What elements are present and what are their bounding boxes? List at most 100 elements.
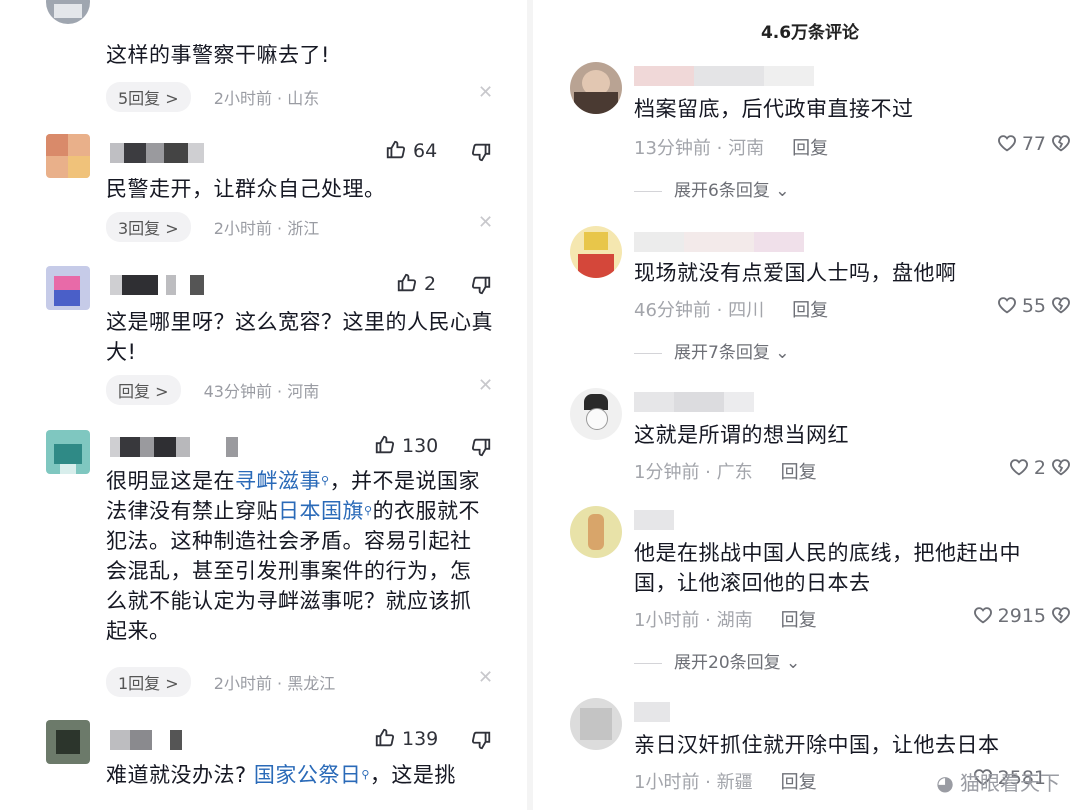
wechat-icon: ◕ — [936, 771, 954, 795]
comment-text: 亲日汉奸抓住就开除中国，让他去日本 — [634, 733, 1000, 757]
reply-button[interactable]: 回复 — [792, 300, 828, 321]
avatar[interactable] — [570, 226, 622, 278]
comment-text: 档案留底，后代政审直接不过 — [634, 97, 914, 121]
comment-time-location: 2小时前 · 浙江 — [213, 219, 320, 238]
search-icon: ⚲ — [361, 768, 370, 781]
like-button[interactable]: 139 — [374, 727, 438, 750]
comment-meta: 1小时前 · 新疆 回复 — [634, 772, 817, 793]
chevron-down-icon: ⌄ — [769, 181, 790, 201]
replies-button[interactable]: 1回复 > — [106, 667, 191, 697]
comment-text: 这就是所谓的想当网红 — [634, 423, 849, 447]
avatar[interactable] — [570, 62, 622, 114]
expand-replies-button[interactable]: 展开7条回复 ⌄ — [634, 338, 789, 363]
comment-text: 很明显这是在寻衅滋事⚲，并不是说国家法律没有禁止穿贴日本国旗⚲的衣服就不犯法。这… — [106, 469, 481, 643]
expand-replies-button[interactable]: 展开20条回复 ⌄ — [634, 648, 800, 673]
reply-button[interactable]: 回复 — [781, 772, 817, 793]
avatar[interactable] — [46, 134, 90, 178]
search-link[interactable]: 日本国旗⚲ — [278, 499, 373, 523]
reply-button[interactable]: 回复 — [781, 610, 817, 631]
replies-button[interactable]: 回复 > — [106, 375, 181, 405]
username-blurred[interactable] — [110, 730, 190, 750]
thumb-down-icon — [471, 143, 491, 162]
avatar[interactable] — [46, 430, 90, 474]
close-icon[interactable]: ✕ — [478, 212, 493, 233]
close-icon[interactable]: ✕ — [478, 667, 493, 688]
avatar[interactable] — [46, 266, 90, 310]
username-blurred[interactable] — [634, 66, 814, 86]
heart-icon — [1009, 459, 1028, 476]
username-blurred[interactable] — [110, 275, 206, 295]
comment-time-location: 43分钟前 · 河南 — [203, 382, 320, 401]
replies-button[interactable]: 5回复 > — [106, 82, 191, 112]
like-button[interactable]: 77 — [996, 132, 1046, 155]
dislike-button[interactable] — [1050, 456, 1072, 482]
comment-meta: 1小时前 · 湖南 回复 — [634, 610, 817, 631]
comment-meta: 13分钟前 · 河南 回复 — [634, 138, 829, 159]
username-blurred[interactable] — [634, 510, 674, 530]
search-link[interactable]: 寻衅滋事⚲ — [235, 469, 330, 493]
avatar[interactable] — [46, 720, 90, 764]
like-button[interactable]: 55 — [996, 294, 1046, 317]
like-button[interactable]: 2 — [1008, 456, 1046, 479]
comments-count-header: 4.6万条评论 — [760, 23, 860, 43]
thumb-up-icon — [375, 728, 395, 747]
avatar[interactable] — [570, 506, 622, 558]
like-button[interactable]: 2915 — [972, 604, 1046, 627]
thumb-up-icon — [397, 273, 417, 292]
comment-text: 他是在挑战中国人民的底线，把他赶出中国，让他滚回他的日本去 — [634, 541, 1021, 595]
comment-meta: 1回复 > 2小时前 · 黑龙江 — [106, 667, 335, 697]
like-button[interactable]: 64 — [385, 139, 437, 162]
broken-heart-icon — [1052, 607, 1070, 624]
broken-heart-icon — [1052, 459, 1070, 476]
dislike-button[interactable] — [470, 729, 492, 755]
thumb-down-icon — [471, 438, 491, 457]
avatar[interactable] — [570, 388, 622, 440]
broken-heart-icon — [1052, 135, 1070, 152]
dislike-button[interactable] — [1050, 132, 1072, 158]
chevron-down-icon: ⌄ — [769, 343, 790, 363]
replies-button[interactable]: 3回复 > — [106, 212, 191, 242]
username-blurred[interactable] — [634, 392, 754, 412]
comment-meta: 回复 > 43分钟前 · 河南 — [106, 375, 319, 405]
username-blurred[interactable] — [110, 143, 206, 163]
dislike-button[interactable] — [470, 141, 492, 167]
like-button[interactable]: 2 — [396, 272, 436, 295]
comment-meta: 3回复 > 2小时前 · 浙江 — [106, 212, 319, 242]
comment-time-location: 2小时前 · 黑龙江 — [213, 674, 336, 693]
thumb-down-icon — [471, 276, 491, 295]
dislike-button[interactable] — [1050, 604, 1072, 630]
comment-meta: 1分钟前 · 广东 回复 — [634, 462, 817, 483]
search-icon: ⚲ — [321, 474, 330, 487]
heart-icon — [997, 297, 1016, 314]
thumb-up-icon — [375, 435, 395, 454]
username-blurred[interactable] — [634, 232, 804, 252]
like-button[interactable]: 130 — [374, 434, 438, 457]
watermark: ◕ 猫眼看天下 — [936, 771, 1060, 795]
comment-time-location: 2小时前 · 山东 — [213, 89, 320, 108]
search-link[interactable]: 国家公祭日⚲ — [254, 763, 370, 787]
dislike-button[interactable] — [1050, 294, 1072, 320]
close-icon[interactable]: ✕ — [478, 82, 493, 103]
thumb-up-icon — [386, 140, 406, 159]
left-comment-panel: 这样的事警察干嘛去了! 5回复 > 2小时前 · 山东 ✕ 64 民警走开，让群… — [0, 0, 520, 810]
heart-icon — [973, 607, 992, 624]
comment-text: 民警走开，让群众自己处理。 — [106, 177, 386, 201]
reply-button[interactable]: 回复 — [792, 138, 828, 159]
dislike-button[interactable] — [470, 274, 492, 300]
search-icon: ⚲ — [364, 504, 373, 517]
broken-heart-icon — [1052, 297, 1070, 314]
avatar[interactable] — [46, 0, 90, 24]
comment-text: 这是哪里呀？这么宽容？这里的人民心真大! — [106, 310, 493, 364]
comment-text: 难道就没办法? 国家公祭日⚲，这是挑 — [106, 763, 456, 787]
close-icon[interactable]: ✕ — [478, 375, 493, 396]
chevron-down-icon: ⌄ — [780, 653, 801, 673]
comment-text: 这样的事警察干嘛去了! — [106, 43, 330, 67]
thumb-down-icon — [471, 731, 491, 750]
avatar[interactable] — [570, 698, 622, 750]
dislike-button[interactable] — [470, 436, 492, 462]
expand-replies-button[interactable]: 展开6条回复 ⌄ — [634, 176, 789, 201]
comment-meta: 46分钟前 · 四川 回复 — [634, 300, 829, 321]
username-blurred[interactable] — [110, 437, 240, 457]
username-blurred[interactable] — [634, 702, 670, 722]
reply-button[interactable]: 回复 — [781, 462, 817, 483]
